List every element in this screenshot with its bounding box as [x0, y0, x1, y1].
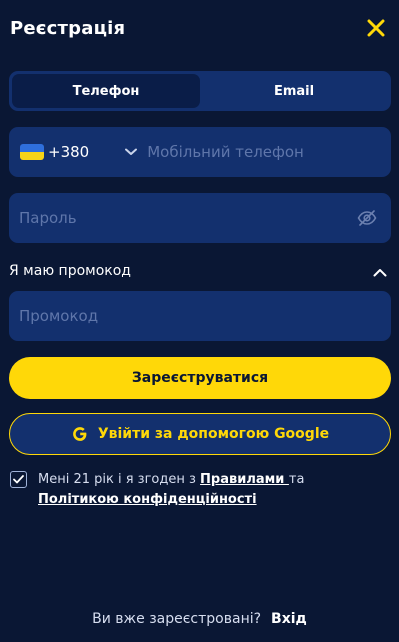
page-title: Реєстрація	[10, 17, 126, 39]
promo-toggle[interactable]: Я маю промокод	[9, 260, 387, 282]
rules-link[interactable]: Правилами	[200, 472, 289, 487]
password-field[interactable]: Пароль	[9, 193, 391, 243]
auth-method-tabs: Телефон Email	[9, 71, 391, 111]
agreement-text: Мені 21 рік і я згоден з Правилами та По…	[38, 470, 380, 510]
already-registered-text: Ви вже зареєстровані?	[92, 611, 262, 627]
phone-input[interactable]: Мобільний телефон	[147, 143, 304, 161]
agreement-text-mid: та	[288, 472, 305, 487]
agreement: Мені 21 рік і я згоден з Правилами та По…	[10, 470, 380, 510]
close-icon[interactable]	[365, 17, 387, 39]
google-icon	[71, 425, 89, 443]
promo-toggle-label: Я маю промокод	[9, 263, 131, 279]
agree-checkbox[interactable]	[10, 471, 27, 488]
country-code[interactable]: +380	[48, 143, 89, 161]
chevron-down-icon[interactable]	[125, 148, 138, 156]
eye-off-icon[interactable]	[357, 210, 377, 226]
tab-email[interactable]: Email	[200, 74, 388, 108]
header: Реєстрація	[10, 12, 387, 44]
privacy-policy-link[interactable]: Політикою конфіденційності	[38, 492, 257, 507]
login-link[interactable]: Вхід	[271, 611, 307, 627]
promo-field[interactable]: Промокод	[9, 291, 391, 341]
promo-input[interactable]: Промокод	[19, 307, 98, 325]
register-button[interactable]: Зареєструватися	[9, 357, 391, 399]
google-login-button[interactable]: Увійти за допомогою Google	[9, 413, 391, 455]
chevron-up-icon[interactable]	[373, 262, 387, 281]
footer: Ви вже зареєстровані? Вхід	[0, 611, 399, 627]
ukraine-flag-icon[interactable]	[20, 144, 44, 160]
phone-field[interactable]: +380 Мобільний телефон	[9, 127, 391, 177]
google-login-label: Увійти за допомогою Google	[97, 426, 330, 442]
agreement-text-start: Мені 21 рік і я згоден з	[38, 472, 201, 487]
password-input[interactable]: Пароль	[19, 209, 77, 227]
tab-phone[interactable]: Телефон	[12, 74, 200, 108]
